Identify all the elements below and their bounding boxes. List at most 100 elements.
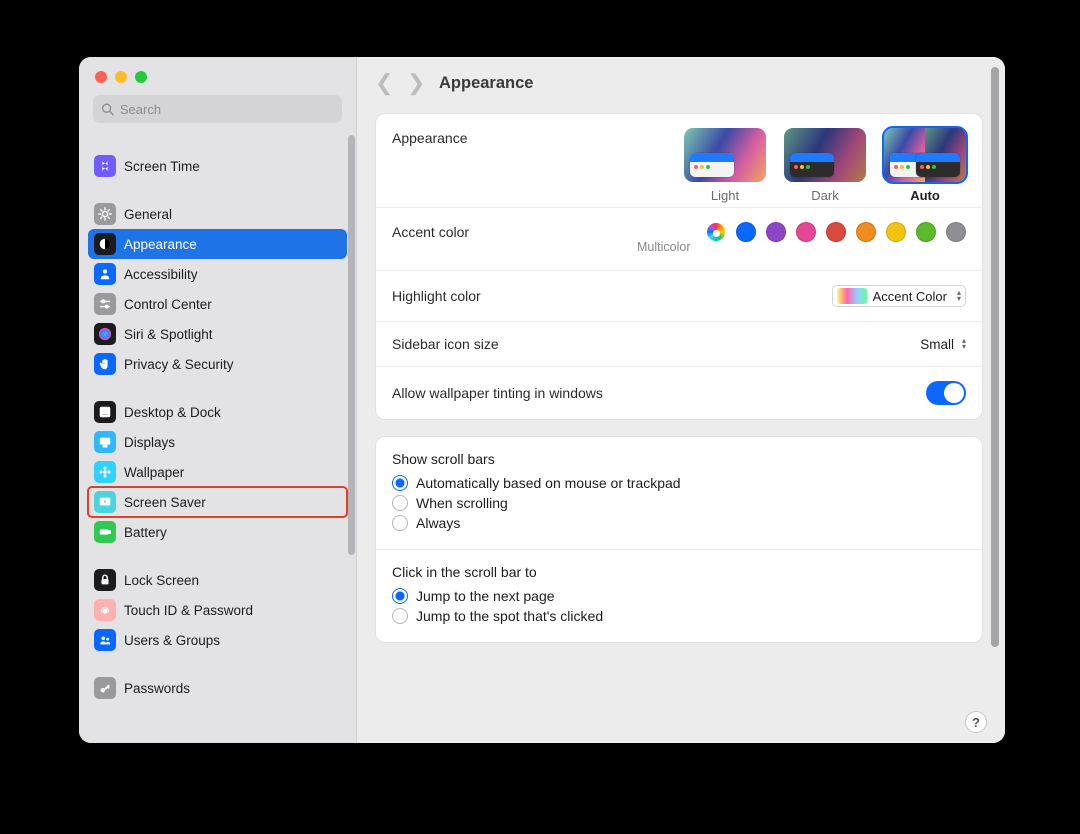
siri-icon	[94, 323, 116, 345]
radio-icon	[392, 495, 408, 511]
search-icon	[101, 102, 114, 116]
scrollclick-option[interactable]: Jump to the spot that's clicked	[392, 608, 966, 624]
accent-options	[706, 222, 966, 242]
sidebar-item-siri-spotlight[interactable]: Siri & Spotlight	[88, 319, 347, 349]
sidebar-item-users-groups[interactable]: Users & Groups	[88, 625, 347, 655]
sidebar-item-label: Wallpaper	[124, 465, 184, 480]
sidebar-item-accessibility[interactable]: Accessibility	[88, 259, 347, 289]
sidebar-item-desktop-dock[interactable]: Desktop & Dock	[88, 397, 347, 427]
sidebar-item-label: Desktop & Dock	[124, 405, 221, 420]
sidebar-item-label: Privacy & Security	[124, 357, 234, 372]
theme-dark[interactable]: Dark	[784, 128, 866, 203]
sidebar-item-label: Users & Groups	[124, 633, 220, 648]
accent-graphite[interactable]	[946, 222, 966, 242]
contrast-icon	[94, 233, 116, 255]
radio-icon	[392, 608, 408, 624]
search-input[interactable]	[120, 102, 334, 117]
sidebar-list[interactable]: Screen Time GeneralAppearance Accessibilit…	[79, 133, 356, 743]
window-controls	[79, 57, 356, 91]
radio-label: Automatically based on mouse or trackpad	[416, 475, 681, 491]
theme-light[interactable]: Light	[684, 128, 766, 203]
theme-thumb-icon	[684, 128, 766, 182]
accent-label: Accent color	[392, 224, 469, 240]
theme-thumb-icon	[884, 128, 966, 182]
theme-label: Light	[711, 188, 739, 203]
highlight-swatch-icon	[837, 288, 867, 304]
sidebar-item-label: Displays	[124, 435, 175, 450]
sidebar-item-label: Screen Saver	[124, 495, 206, 510]
accent-row: Accent color	[376, 207, 982, 244]
tinting-row: Allow wallpaper tinting in windows	[376, 366, 982, 419]
header: ❮ ❯ Appearance	[357, 57, 1005, 103]
scrollbars-option[interactable]: Always	[392, 515, 966, 531]
screensaver-icon	[94, 491, 116, 513]
gear-icon	[94, 203, 116, 225]
sidebar-item-label: Accessibility	[124, 267, 198, 282]
accent-green[interactable]	[916, 222, 936, 242]
accent-sublabel: Multicolor	[376, 240, 982, 264]
theme-auto[interactable]: Auto	[884, 128, 966, 203]
sidebar-item-displays[interactable]: Displays	[88, 427, 347, 457]
minimize-icon[interactable]	[115, 71, 127, 83]
sidebar-item-screen-time[interactable]: Screen Time	[88, 151, 347, 181]
sidebar-size-value: Small	[920, 337, 954, 352]
scrollclick-option[interactable]: Jump to the next page	[392, 588, 966, 604]
sidebar-item-privacy-security[interactable]: Privacy & Security	[88, 349, 347, 379]
accent-multicolor[interactable]	[706, 222, 726, 242]
sidebar-item-label: Screen Time	[124, 159, 200, 174]
highlight-row: Highlight color Accent Color ▴▾	[376, 270, 982, 321]
main-pane: ❮ ❯ Appearance Appearance Light Dark Auto…	[357, 57, 1005, 743]
scrollclick-block: Click in the scroll bar to Jump to the n…	[376, 549, 982, 642]
sidebar-item-control-center[interactable]: Control Center	[88, 289, 347, 319]
back-button[interactable]: ❮	[375, 70, 393, 96]
appearance-panel: Appearance Light Dark Auto Accent color M…	[375, 113, 983, 420]
appearance-row: Appearance Light Dark Auto	[376, 114, 982, 207]
hand-icon	[94, 353, 116, 375]
users-icon	[94, 629, 116, 651]
close-icon[interactable]	[95, 71, 107, 83]
accent-pink[interactable]	[796, 222, 816, 242]
scrollbars-option[interactable]: When scrolling	[392, 495, 966, 511]
sidebar-size-selector[interactable]: Small ▴▾	[920, 337, 966, 352]
search-field[interactable]	[93, 95, 342, 123]
radio-label: Jump to the next page	[416, 588, 555, 604]
tinting-label: Allow wallpaper tinting in windows	[392, 385, 603, 401]
sidebar-item-screen-saver[interactable]: Screen Saver	[88, 487, 347, 517]
scrollbars-option[interactable]: Automatically based on mouse or trackpad	[392, 475, 966, 491]
sidebar-item-touch-id-password[interactable]: Touch ID & Password	[88, 595, 347, 625]
page-title: Appearance	[439, 74, 533, 93]
theme-label: Auto	[910, 188, 940, 203]
sidebar-scrollbar[interactable]	[348, 135, 355, 555]
sidebar-item-appearance[interactable]: Appearance	[88, 229, 347, 259]
accent-purple[interactable]	[766, 222, 786, 242]
accent-yellow[interactable]	[886, 222, 906, 242]
main-scrollbar-track[interactable]	[991, 67, 999, 725]
accent-red[interactable]	[826, 222, 846, 242]
sidebar-item-label: Lock Screen	[124, 573, 199, 588]
accent-orange[interactable]	[856, 222, 876, 242]
sidebar: Screen Time GeneralAppearance Accessibilit…	[79, 57, 357, 743]
stepper-icon: ▴▾	[957, 290, 961, 302]
forward-button[interactable]: ❯	[407, 70, 425, 96]
zoom-icon[interactable]	[135, 71, 147, 83]
sidebar-item-battery[interactable]: Battery	[88, 517, 347, 547]
sidebar-item-label: Passwords	[124, 681, 190, 696]
highlight-selector[interactable]: Accent Color ▴▾	[832, 285, 966, 307]
radio-icon	[392, 588, 408, 604]
tinting-toggle[interactable]	[926, 381, 966, 405]
main-scrollbar-thumb[interactable]	[991, 67, 999, 647]
help-button[interactable]: ?	[965, 711, 987, 733]
lock-icon	[94, 569, 116, 591]
sidebar-item-wallpaper[interactable]: Wallpaper	[88, 457, 347, 487]
accent-blue[interactable]	[736, 222, 756, 242]
radio-icon	[392, 475, 408, 491]
dock-icon	[94, 401, 116, 423]
person-icon	[94, 263, 116, 285]
sidebar-item-label: Control Center	[124, 297, 212, 312]
scroll-panel: Show scroll bars Automatically based on …	[375, 436, 983, 643]
appearance-label: Appearance	[392, 128, 468, 146]
sidebar-item-general[interactable]: General	[88, 199, 347, 229]
scrollbars-heading: Show scroll bars	[392, 451, 966, 467]
sidebar-item-passwords[interactable]: Passwords	[88, 673, 347, 703]
sidebar-item-lock-screen[interactable]: Lock Screen	[88, 565, 347, 595]
